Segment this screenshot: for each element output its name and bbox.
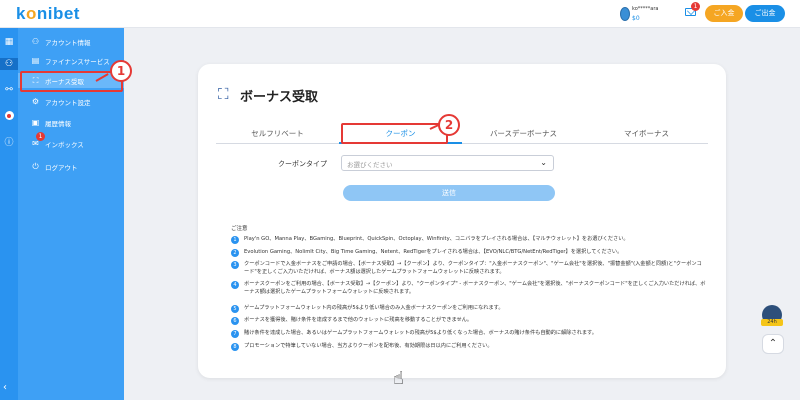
user-info[interactable]: ko*****ara $0 bbox=[620, 5, 680, 25]
page-title: ボーナス受取 bbox=[240, 90, 319, 105]
coupon-type-select[interactable]: お選びください ⌄ bbox=[341, 155, 554, 171]
inbox-badge: 1 bbox=[36, 132, 45, 141]
mail-badge: 1 bbox=[691, 2, 700, 11]
avatar bbox=[620, 7, 630, 21]
note-text: クーポンコードで入金ボーナスをご申請の場合、【ボーナス受取】→【クーポン】より、… bbox=[244, 261, 702, 275]
note-item: 7 賭け条件を達成した場合、あるいはゲームプラットフォームウォレットの残高が5$… bbox=[231, 330, 706, 342]
grid-icon[interactable]: ▦ bbox=[3, 36, 15, 48]
gear-icon: ⚙ bbox=[31, 97, 40, 106]
note-number: 2 bbox=[231, 249, 239, 257]
deposit-button[interactable]: ご入金 bbox=[705, 5, 743, 22]
balance: $0 bbox=[632, 15, 640, 22]
sidebar-item-label: ファイナンスサービス bbox=[45, 58, 110, 66]
logout-icon: ⏻ bbox=[32, 162, 39, 171]
scroll-top-button[interactable]: ⌃ bbox=[762, 334, 784, 354]
select-placeholder: お選びください bbox=[347, 161, 393, 169]
note-text: 賭け条件を達成した場合、あるいはゲームプラットフォームウォレットの残高が5$より… bbox=[244, 330, 597, 336]
notes-heading: ご注意 bbox=[231, 226, 248, 232]
sidebar-item-account[interactable]: ⚇ アカウント情報 bbox=[18, 34, 124, 49]
info-icon[interactable]: ⓘ bbox=[3, 137, 15, 149]
note-text: プロモーションで特筆していない場合、当方よりクーポンを配布後、有効期限は日以内に… bbox=[244, 343, 493, 349]
sidebar-item-finance[interactable]: ▤ ファイナンスサービス bbox=[18, 53, 124, 68]
note-item: 6 ボーナスを獲得後、賭け条件を達成するまで他のウォレットに残高を移動することが… bbox=[231, 317, 706, 329]
note-text: ゲームプラットフォームウォレット内の残高が5$より低い場合のみ入金ボーナスクーポ… bbox=[244, 305, 504, 311]
sidebar-item-label: インボックス bbox=[45, 141, 84, 149]
collapse-icon[interactable]: ‹ bbox=[3, 382, 7, 393]
tab-bar: セルフリベート クーポン バースデーボーナス マイボーナス bbox=[216, 127, 708, 144]
tab-my-bonus[interactable]: マイボーナス bbox=[585, 127, 708, 144]
note-text: Play'n GO、Manna Play、BGaming、Blueprint、Q… bbox=[244, 236, 629, 242]
note-item: 2 Evolution Gaming、NolimIt City、Big Time… bbox=[231, 249, 706, 261]
username: ko*****ara bbox=[632, 6, 659, 12]
note-item: 1 Play'n GO、Manna Play、BGaming、Blueprint… bbox=[231, 236, 706, 248]
mascot-icon[interactable]: 24h bbox=[760, 305, 784, 327]
note-number: 6 bbox=[231, 317, 239, 325]
share-icon[interactable]: ⚯ bbox=[3, 84, 15, 96]
coupon-type-label: クーポンタイプ bbox=[278, 160, 327, 168]
finance-icon: ▤ bbox=[31, 56, 40, 65]
note-number: 4 bbox=[231, 281, 239, 289]
sidebar-item-logout[interactable]: ⏻ ログアウト bbox=[18, 159, 124, 174]
gift-icon: ⛶ bbox=[218, 85, 229, 103]
note-text: ボーナスクーポンをご利用の場合、【ボーナス受取】→【クーポン】より、"クーポンタ… bbox=[244, 281, 706, 295]
top-header: konibet ko*****ara $0 1 ご入金 ご出金 bbox=[0, 0, 800, 28]
user-icon: ⚇ bbox=[31, 37, 40, 46]
note-text: ボーナスを獲得後、賭け条件を達成するまで他のウォレットに残高を移動することができ… bbox=[244, 317, 473, 323]
hand-cursor-icon: ☝ bbox=[393, 368, 404, 389]
sidebar-item-label: 履歴情報 bbox=[45, 120, 71, 128]
note-number: 3 bbox=[231, 261, 239, 269]
note-number: 5 bbox=[231, 305, 239, 313]
note-item: 8 プロモーションで特筆していない場合、当方よりクーポンを配布後、有効期限は日以… bbox=[231, 343, 706, 355]
sidebar-item-history[interactable]: ▣ 履歴情報 bbox=[18, 115, 124, 130]
icon-rail: ▦ ⚇ ⚯ ⓘ ‹ bbox=[0, 28, 18, 400]
history-icon: ▣ bbox=[31, 118, 40, 127]
note-item: 5 ゲームプラットフォームウォレット内の残高が5$より低い場合のみ入金ボーナスク… bbox=[231, 305, 706, 317]
flag-icon[interactable] bbox=[3, 110, 15, 122]
logo[interactable]: konibet bbox=[16, 4, 80, 24]
bonus-card: ⛶ ボーナス受取 セルフリベート クーポン バースデーボーナス マイボーナス ク… bbox=[198, 64, 726, 378]
withdraw-button[interactable]: ご出金 bbox=[745, 5, 785, 22]
mascot-label: 24h bbox=[761, 319, 783, 326]
chevron-down-icon: ⌄ bbox=[540, 158, 547, 167]
annotation-2: 2 bbox=[438, 114, 460, 136]
note-item: 4 ボーナスクーポンをご利用の場合、【ボーナス受取】→【クーポン】より、"クーポ… bbox=[231, 281, 706, 295]
submit-button[interactable]: 送信 bbox=[343, 185, 555, 201]
annotation-1: 1 bbox=[110, 60, 132, 82]
sidebar-item-settings[interactable]: ⚙ アカウント設定 bbox=[18, 94, 124, 109]
tab-self-rebate[interactable]: セルフリベート bbox=[216, 127, 339, 144]
sidebar-item-label: ログアウト bbox=[45, 164, 78, 172]
note-number: 8 bbox=[231, 343, 239, 351]
tab-birthday-bonus[interactable]: バースデーボーナス bbox=[462, 127, 585, 144]
note-number: 7 bbox=[231, 330, 239, 338]
note-item: 3 クーポンコードで入金ボーナスをご申請の場合、【ボーナス受取】→【クーポン】よ… bbox=[231, 261, 706, 275]
sidebar-item-label: アカウント情報 bbox=[45, 39, 91, 47]
note-text: Evolution Gaming、NolimIt City、Big Time G… bbox=[244, 249, 623, 255]
sidebar-item-label: アカウント設定 bbox=[45, 99, 91, 107]
note-number: 1 bbox=[231, 236, 239, 244]
sidebar-item-inbox[interactable]: ✉ 1 インボックス bbox=[18, 132, 124, 151]
user-icon[interactable]: ⚇ bbox=[0, 58, 18, 70]
